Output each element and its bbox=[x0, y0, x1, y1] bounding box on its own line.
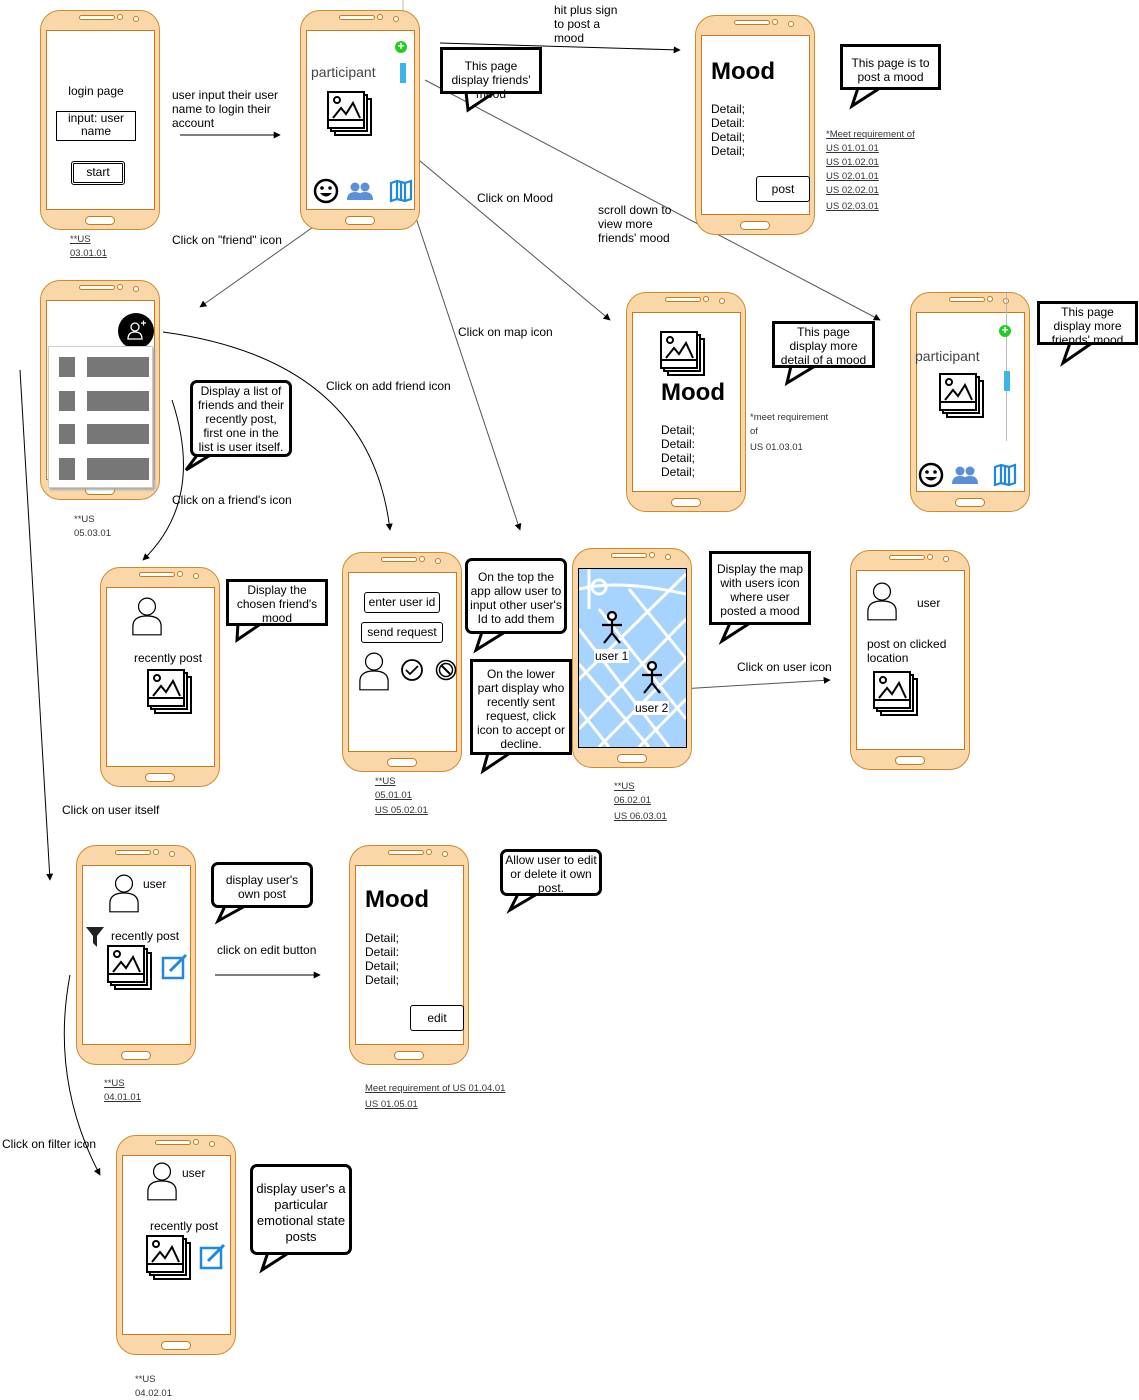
callout-lower: On the lower part display who recently s… bbox=[470, 659, 572, 755]
req-filter: **US 04.02.01 bbox=[135, 1374, 172, 1399]
callout-own: display user's own post bbox=[211, 862, 313, 908]
req-detail: *meet requirement of US 01.03.01 bbox=[750, 412, 829, 453]
callout-post-mood: This page is to post a mood bbox=[840, 44, 941, 90]
callout-edit-delete: Allow user to edit or delete it own post… bbox=[500, 849, 602, 896]
req-map: **US 06.02.01 US 06.03.01 bbox=[614, 781, 667, 822]
callout-more-friends: This page display more friends' mood bbox=[1037, 301, 1138, 347]
callout-friends-mood: This page display friends' mood bbox=[440, 47, 542, 101]
callout-detail: This page display more detail of a mood bbox=[772, 321, 875, 368]
callout-map: Display the map with users icon where us… bbox=[709, 551, 811, 625]
storyboard-canvas: login page input: user name start partic… bbox=[0, 0, 1139, 1400]
req-list: **US 05.03.01 bbox=[74, 514, 111, 539]
callout-list: Display a list of friends and their rece… bbox=[190, 380, 292, 457]
req-login: **US 03.01.01 bbox=[70, 234, 107, 259]
req-post: *Meet requirement of US 01.01.01 US 01.02… bbox=[826, 129, 915, 212]
req-edit: Meet requirement of US 01.04.01 US 01.05.… bbox=[365, 1083, 506, 1110]
callout-emotional: display user's a particular emotional st… bbox=[250, 1164, 352, 1255]
callout-top: On the top the app allow user to input o… bbox=[465, 558, 567, 634]
callout-chosen: Display the chosen friend's mood bbox=[226, 579, 328, 626]
req-add: **US 05.01.01 US 05.02.01 bbox=[375, 776, 428, 816]
req-own: **US 04.01.01 bbox=[104, 1078, 141, 1103]
